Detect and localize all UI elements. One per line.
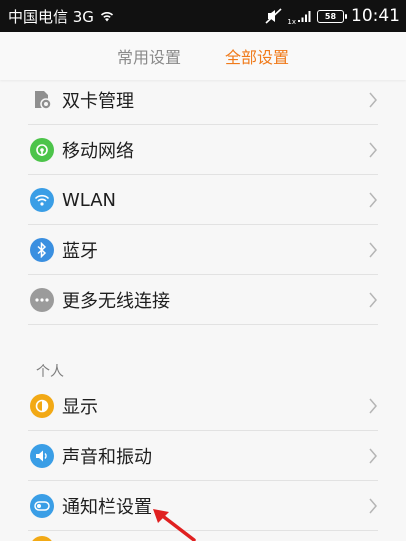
clock: 10:41 [351, 6, 400, 26]
sound-icon [30, 444, 54, 468]
annotation-arrow [153, 509, 196, 541]
chevron-right-icon [369, 142, 377, 158]
chevron-right-icon [369, 92, 377, 108]
settings-item-label: 显示 [62, 397, 98, 418]
tab-common-settings[interactable]: 常用设置 [117, 44, 181, 68]
mobile-network-icon [30, 138, 54, 162]
settings-item-label: 通知栏设置 [62, 497, 152, 518]
status-bar: 中国电信 3G 1x 58 10:41 [0, 0, 406, 32]
chevron-right-icon [369, 192, 377, 208]
display-icon [30, 394, 54, 418]
settings-item-more-wireless[interactable]: 更多无线连接 [0, 275, 406, 325]
more-icon [30, 288, 54, 312]
settings-item-mobile-network[interactable]: 移动网络 [0, 125, 406, 175]
wifi-icon [30, 188, 54, 212]
settings-item-display[interactable]: 显示 [0, 381, 406, 431]
settings-item-notification-bar[interactable]: 通知栏设置 [0, 481, 406, 531]
settings-item-label: WLAN [62, 189, 117, 211]
divider [28, 530, 378, 531]
settings-item-label: 移动网络 [62, 141, 134, 162]
chevron-right-icon [369, 448, 377, 464]
tab-all-settings[interactable]: 全部设置 [225, 44, 289, 68]
network-type-label: 1x [287, 18, 296, 26]
settings-item-label: 声音和振动 [62, 447, 152, 468]
settings-screen: 中国电信 3G 1x 58 10:41 常用设置 全部设置 双卡管理 移动网络 … [0, 0, 406, 541]
settings-tab-bar: 常用设置 全部设置 [0, 32, 406, 80]
status-bar-right: 1x 58 10:41 [265, 6, 400, 26]
partial-next-item-icon [30, 536, 54, 541]
settings-item-label: 蓝牙 [62, 241, 98, 262]
divider [28, 324, 378, 325]
wifi-signal-icon [100, 12, 113, 22]
sim-card-icon [30, 88, 54, 112]
chevron-right-icon [369, 292, 377, 308]
signal-bars-icon [298, 11, 311, 22]
settings-item-sound-vibration[interactable]: 声音和振动 [0, 431, 406, 481]
battery-icon: 58 [317, 9, 347, 23]
settings-item-label: 更多无线连接 [62, 291, 170, 312]
status-bar-left: 中国电信 3G [8, 6, 115, 27]
carrier-label: 中国电信 3G [8, 7, 94, 26]
notification-toggle-icon [30, 494, 54, 518]
settings-item-dual-sim[interactable]: 双卡管理 [0, 75, 406, 125]
section-title-personal: 个人 [36, 364, 64, 380]
settings-item-label: 双卡管理 [62, 91, 134, 112]
chevron-right-icon [369, 242, 377, 258]
settings-item-wlan[interactable]: WLAN [0, 175, 406, 225]
chevron-right-icon [369, 398, 377, 414]
settings-item-bluetooth[interactable]: 蓝牙 [0, 225, 406, 275]
bluetooth-icon [30, 238, 54, 262]
chevron-right-icon [369, 498, 377, 514]
mute-icon [265, 8, 282, 24]
